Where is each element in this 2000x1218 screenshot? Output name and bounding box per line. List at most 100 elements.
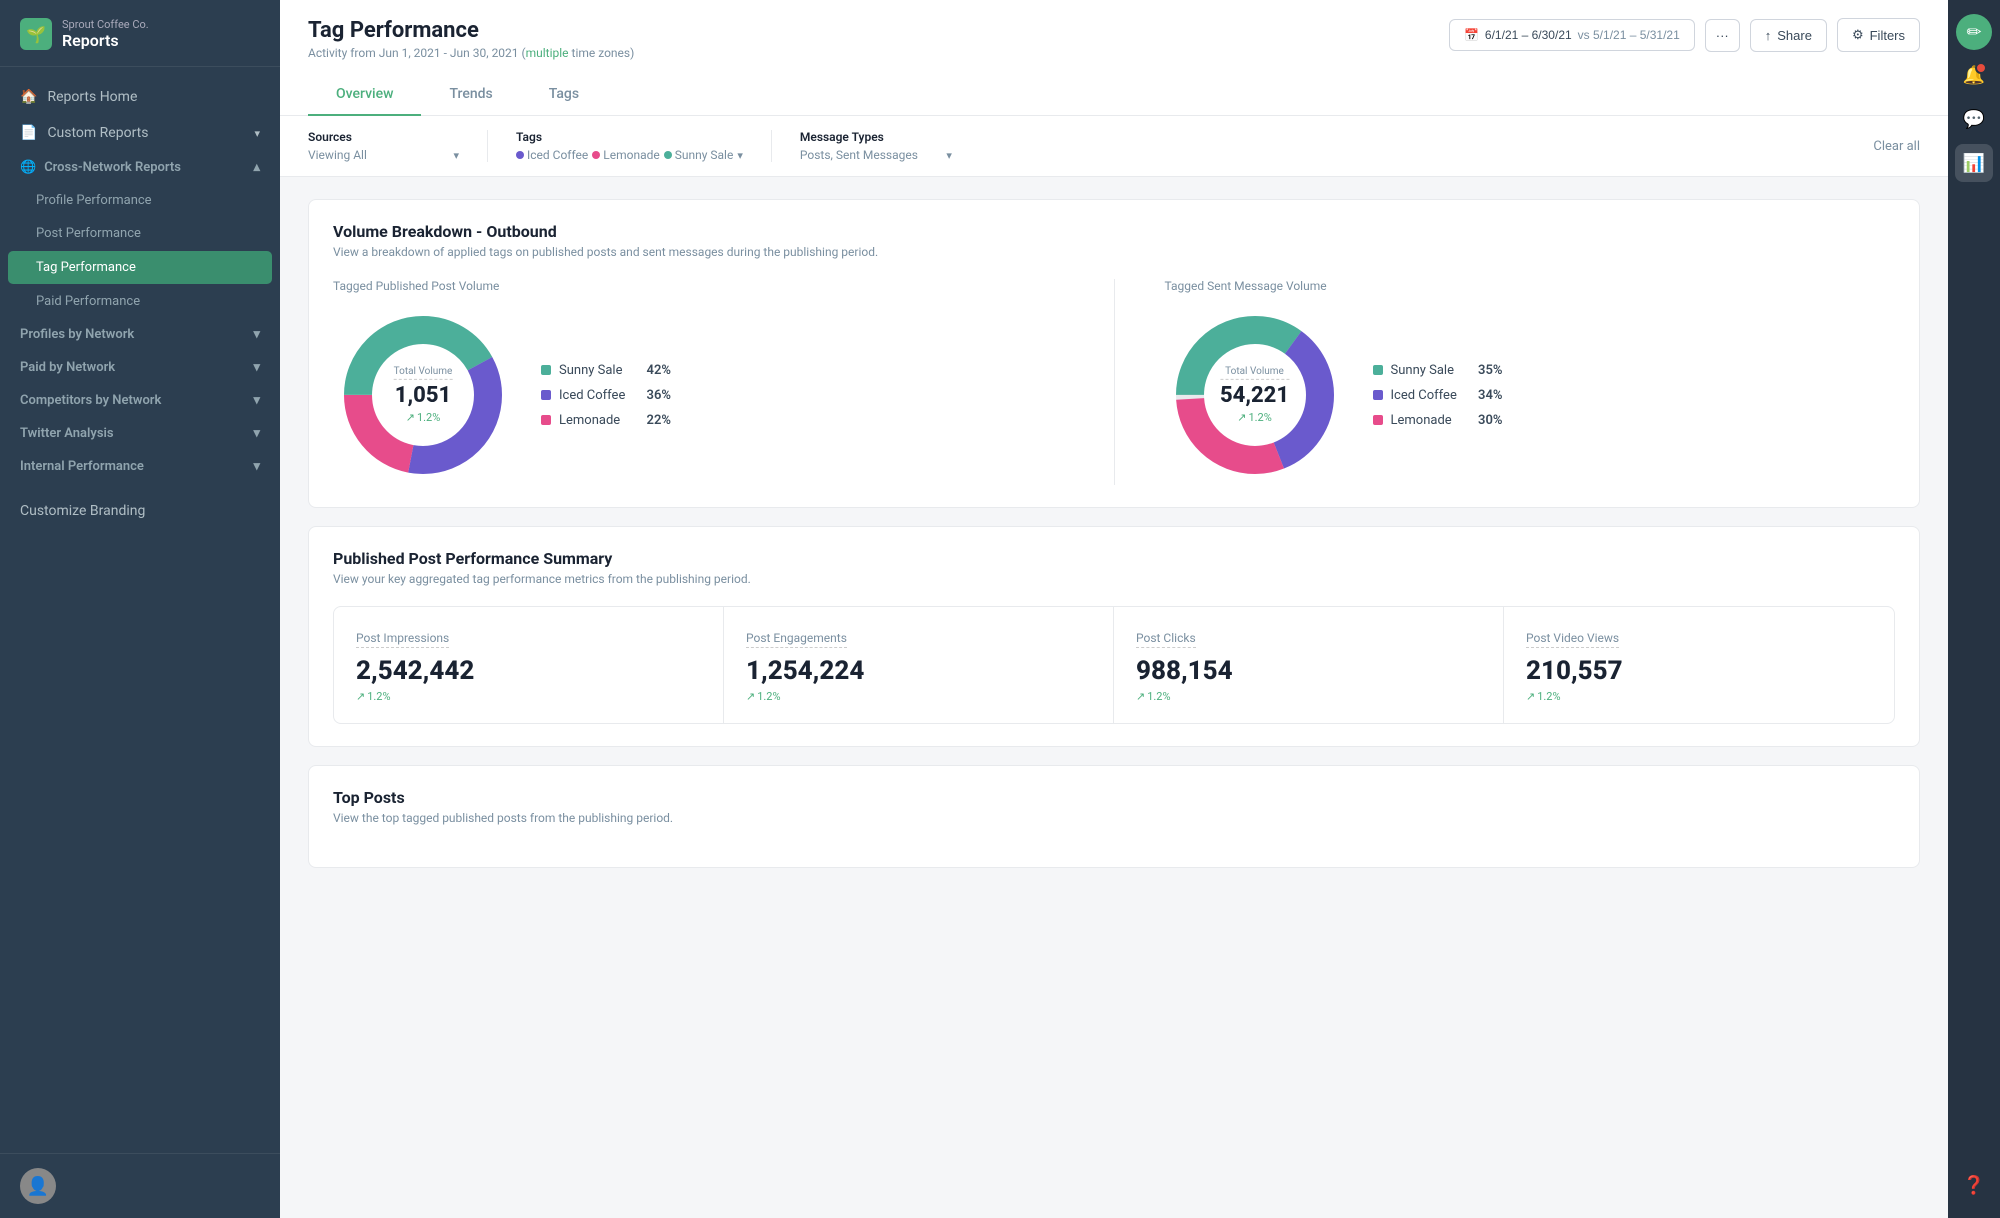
date-range-button[interactable]: 📅 6/1/21 – 6/30/21 vs 5/1/21 – 5/31/21 <box>1449 19 1695 51</box>
volume-breakdown-title: Volume Breakdown - Outbound <box>333 222 1895 241</box>
sidebar-section-cross-network[interactable]: 🌐 Cross-Network Reports ▴ <box>0 151 280 184</box>
chevron-down-icon: ▾ <box>253 327 260 342</box>
stat-change: ↗ 1.2% <box>1136 690 1481 703</box>
tag-sunny-sale: Sunny Sale <box>664 148 734 162</box>
arrow-up-icon: ↗ <box>356 690 365 703</box>
post-performance-label: Post Performance <box>36 226 141 241</box>
comments-button[interactable]: 💬 <box>1955 100 1993 138</box>
stat-post-impressions: Post Impressions 2,542,442 ↗ 1.2% <box>334 607 724 723</box>
sidebar-item-reports-home[interactable]: 🏠 Reports Home <box>0 79 280 115</box>
chevron-down-icon: ▾ <box>254 127 260 140</box>
stat-value: 1,254,224 <box>746 656 1091 686</box>
brand-text: Sprout Coffee Co. Reports <box>62 18 149 50</box>
tag-lemonade: Lemonade <box>592 148 659 162</box>
sidebar-item-profiles-by-network[interactable]: Profiles by Network ▾ <box>0 318 280 351</box>
tab-tags[interactable]: Tags <box>521 74 607 116</box>
compose-button[interactable]: ✏ <box>1956 14 1992 50</box>
legend-dot <box>1373 365 1383 375</box>
calendar-icon: 📅 <box>1464 28 1479 42</box>
filters-bar: Sources Viewing All ▾ Tags Iced Coffee L… <box>280 116 1948 177</box>
profile-performance-label: Profile Performance <box>36 193 152 208</box>
published-chart: Total Volume 1,051 ↗ 1.2% <box>333 305 1064 485</box>
message-types-filter[interactable]: Message Types Posts, Sent Messages ▾ <box>800 130 980 162</box>
avatar[interactable]: 👤 <box>20 1168 56 1204</box>
tags-filter[interactable]: Tags Iced Coffee Lemonade Sunny Sale ▾ <box>516 130 772 162</box>
performance-summary-card: Published Post Performance Summary View … <box>308 526 1920 747</box>
tag-dot <box>516 151 524 159</box>
stat-post-video-views: Post Video Views 210,557 ↗ 1.2% <box>1504 607 1894 723</box>
published-donut: Total Volume 1,051 ↗ 1.2% <box>333 305 513 485</box>
reports-button[interactable]: 📊 <box>1955 144 1993 182</box>
stat-label: Post Clicks <box>1136 631 1196 648</box>
sources-value: Viewing All ▾ <box>308 148 459 162</box>
stat-post-clicks: Post Clicks 988,154 ↗ 1.2% <box>1114 607 1504 723</box>
tab-trends[interactable]: Trends <box>421 74 520 116</box>
chevron-down-icon: ▾ <box>253 426 260 441</box>
sidebar-item-twitter-analysis[interactable]: Twitter Analysis ▾ <box>0 417 280 450</box>
chevron-down-icon: ▾ <box>253 459 260 474</box>
profiles-by-network-label: Profiles by Network <box>20 327 134 342</box>
legend-dot <box>541 365 551 375</box>
arrow-up-icon: ↗ <box>406 411 415 424</box>
chart-divider <box>1114 279 1115 485</box>
stat-label: Post Impressions <box>356 631 449 648</box>
legend-item: Lemonade 30% <box>1373 413 1503 428</box>
page-info: Tag Performance Activity from Jun 1, 202… <box>308 18 634 60</box>
sidebar-item-internal-performance[interactable]: Internal Performance ▾ <box>0 450 280 483</box>
publishing-button[interactable]: ❓ <box>1955 1166 1993 1204</box>
arrow-up-icon: ↗ <box>1237 411 1246 424</box>
tabs-nav: Overview Trends Tags <box>308 74 1920 115</box>
sent-donut-center: Total Volume 54,221 ↗ 1.2% <box>1220 366 1289 424</box>
stat-value: 2,542,442 <box>356 656 701 686</box>
published-total-value: 1,051 <box>394 384 453 408</box>
chevron-down-icon: ▾ <box>737 149 743 162</box>
notifications-button[interactable]: 🔔 <box>1955 56 1993 94</box>
sent-total-value: 54,221 <box>1220 384 1289 408</box>
stat-label: Post Video Views <box>1526 631 1619 648</box>
legend-dot <box>1373 415 1383 425</box>
arrow-up-icon: ↗ <box>1136 690 1145 703</box>
published-chart-title: Tagged Published Post Volume <box>333 279 1064 293</box>
sidebar-item-paid-performance[interactable]: Paid Performance <box>0 285 280 318</box>
legend-dot <box>541 415 551 425</box>
sidebar-item-competitors-by-network[interactable]: Competitors by Network ▾ <box>0 384 280 417</box>
sidebar-item-custom-reports[interactable]: 📄 Custom Reports ▾ <box>0 115 280 151</box>
legend-dot <box>1373 390 1383 400</box>
brand-company: Sprout Coffee Co. <box>62 18 149 31</box>
legend-item: Lemonade 22% <box>541 413 671 428</box>
sidebar-nav: 🏠 Reports Home 📄 Custom Reports ▾ 🌐 Cros… <box>0 67 280 1153</box>
sources-filter[interactable]: Sources Viewing All ▾ <box>308 130 488 162</box>
sidebar-item-label: Custom Reports <box>47 125 148 141</box>
legend-dot <box>541 390 551 400</box>
header-top: Tag Performance Activity from Jun 1, 202… <box>308 18 1920 60</box>
more-options-button[interactable]: ··· <box>1705 19 1740 52</box>
tab-overview[interactable]: Overview <box>308 74 421 116</box>
chevron-up-icon: ▴ <box>253 160 260 175</box>
legend-item: Sunny Sale 42% <box>541 363 671 378</box>
sidebar: 🌱 Sprout Coffee Co. Reports 🏠 Reports Ho… <box>0 0 280 1218</box>
sidebar-item-post-performance[interactable]: Post Performance <box>0 217 280 250</box>
clear-all-button[interactable]: Clear all <box>1873 139 1920 154</box>
brand-title: Reports <box>62 31 149 50</box>
top-posts-title: Top Posts <box>333 788 1895 807</box>
sidebar-item-tag-performance[interactable]: Tag Performance <box>8 251 272 284</box>
sidebar-item-paid-by-network[interactable]: Paid by Network ▾ <box>0 351 280 384</box>
sidebar-item-profile-performance[interactable]: Profile Performance <box>0 184 280 217</box>
share-button[interactable]: ↑ Share <box>1750 19 1827 52</box>
stat-change: ↗ 1.2% <box>746 690 1091 703</box>
message-types-value: Posts, Sent Messages ▾ <box>800 148 952 162</box>
tag-dot <box>664 151 672 159</box>
sent-legend: Sunny Sale 35% Iced Coffee 34% <box>1373 363 1503 428</box>
page-title: Tag Performance <box>308 18 634 43</box>
sidebar-header: 🌱 Sprout Coffee Co. Reports <box>0 0 280 67</box>
published-total-label: Total Volume <box>394 366 453 380</box>
ellipsis-icon: ··· <box>1716 28 1729 43</box>
sidebar-item-customize-branding[interactable]: Customize Branding <box>0 493 280 529</box>
filters-button[interactable]: ⚙ Filters <box>1837 18 1920 52</box>
multiple-timezones-link[interactable]: multiple <box>526 46 569 60</box>
legend-item: Iced Coffee 34% <box>1373 388 1503 403</box>
stat-label: Post Engagements <box>746 631 847 648</box>
chevron-down-icon: ▾ <box>453 149 459 162</box>
sidebar-footer: 👤 <box>0 1153 280 1218</box>
sidebar-item-label: Reports Home <box>47 89 137 105</box>
